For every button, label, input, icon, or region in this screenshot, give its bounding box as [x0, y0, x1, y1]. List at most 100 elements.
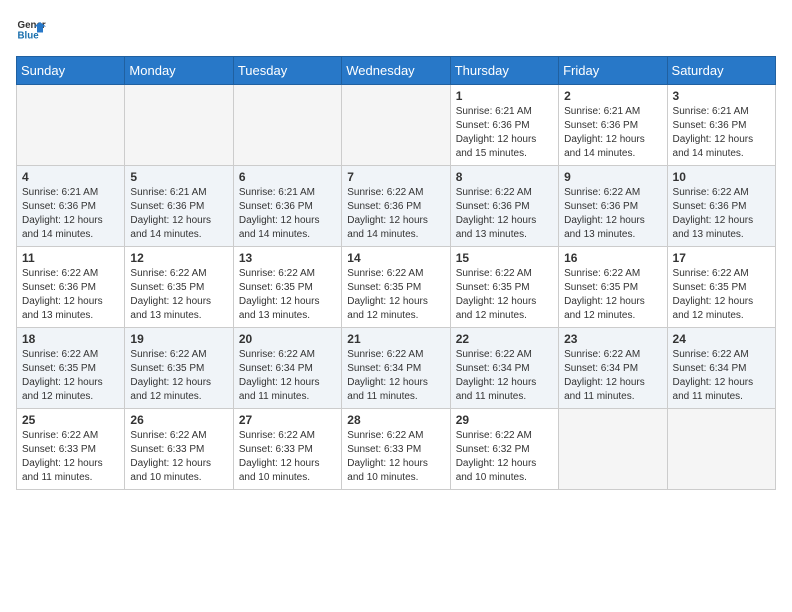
day-number: 3 — [673, 89, 770, 103]
day-number: 15 — [456, 251, 553, 265]
day-info: Sunrise: 6:22 AM Sunset: 6:33 PM Dayligh… — [22, 429, 119, 485]
weekday-header-row: SundayMondayTuesdayWednesdayThursdayFrid… — [17, 57, 776, 85]
calendar-empty-cell — [342, 85, 450, 166]
day-info: Sunrise: 6:22 AM Sunset: 6:36 PM Dayligh… — [347, 186, 444, 242]
day-info: Sunrise: 6:22 AM Sunset: 6:35 PM Dayligh… — [239, 267, 336, 323]
logo-icon: General Blue — [16, 16, 46, 46]
calendar-day-cell: 6 Sunrise: 6:21 AM Sunset: 6:36 PM Daylig… — [233, 166, 341, 247]
day-info: Sunrise: 6:22 AM Sunset: 6:33 PM Dayligh… — [239, 429, 336, 485]
day-number: 5 — [130, 170, 227, 184]
day-number: 29 — [456, 413, 553, 427]
day-info: Sunrise: 6:22 AM Sunset: 6:36 PM Dayligh… — [673, 186, 770, 242]
calendar-empty-cell — [667, 409, 775, 490]
day-info: Sunrise: 6:22 AM Sunset: 6:35 PM Dayligh… — [130, 348, 227, 404]
day-info: Sunrise: 6:21 AM Sunset: 6:36 PM Dayligh… — [564, 105, 661, 161]
weekday-header: Sunday — [17, 57, 125, 85]
page-header: General Blue — [16, 16, 776, 46]
day-number: 26 — [130, 413, 227, 427]
day-number: 14 — [347, 251, 444, 265]
calendar-day-cell: 12 Sunrise: 6:22 AM Sunset: 6:35 PM Dayli… — [125, 247, 233, 328]
calendar-day-cell: 19 Sunrise: 6:22 AM Sunset: 6:35 PM Dayli… — [125, 328, 233, 409]
calendar-day-cell: 14 Sunrise: 6:22 AM Sunset: 6:35 PM Dayli… — [342, 247, 450, 328]
day-number: 21 — [347, 332, 444, 346]
calendar-day-cell: 3 Sunrise: 6:21 AM Sunset: 6:36 PM Daylig… — [667, 85, 775, 166]
calendar-day-cell: 11Sunrise: 6:22 AM Sunset: 6:36 PM Dayli… — [17, 247, 125, 328]
day-number: 8 — [456, 170, 553, 184]
day-info: Sunrise: 6:22 AM Sunset: 6:34 PM Dayligh… — [564, 348, 661, 404]
day-info: Sunrise: 6:22 AM Sunset: 6:34 PM Dayligh… — [673, 348, 770, 404]
day-number: 28 — [347, 413, 444, 427]
day-info: Sunrise: 6:22 AM Sunset: 6:36 PM Dayligh… — [22, 267, 119, 323]
calendar-day-cell: 4 Sunrise: 6:21 AM Sunset: 6:36 PM Daylig… — [17, 166, 125, 247]
calendar-week-row: 18 Sunrise: 6:22 AM Sunset: 6:35 PM Dayli… — [17, 328, 776, 409]
day-number: 25 — [22, 413, 119, 427]
calendar-empty-cell — [559, 409, 667, 490]
day-info: Sunrise: 6:22 AM Sunset: 6:35 PM Dayligh… — [456, 267, 553, 323]
calendar-day-cell: 10 Sunrise: 6:22 AM Sunset: 6:36 PM Dayli… — [667, 166, 775, 247]
day-info: Sunrise: 6:21 AM Sunset: 6:36 PM Dayligh… — [456, 105, 553, 161]
calendar-week-row: 25 Sunrise: 6:22 AM Sunset: 6:33 PM Dayli… — [17, 409, 776, 490]
day-number: 27 — [239, 413, 336, 427]
calendar-week-row: 4 Sunrise: 6:21 AM Sunset: 6:36 PM Daylig… — [17, 166, 776, 247]
calendar-day-cell: 20 Sunrise: 6:22 AM Sunset: 6:34 PM Dayli… — [233, 328, 341, 409]
day-number: 9 — [564, 170, 661, 184]
calendar-day-cell: 5Sunrise: 6:21 AM Sunset: 6:36 PM Daylig… — [125, 166, 233, 247]
calendar-day-cell: 17Sunrise: 6:22 AM Sunset: 6:35 PM Dayli… — [667, 247, 775, 328]
calendar-day-cell: 29 Sunrise: 6:22 AM Sunset: 6:32 PM Dayli… — [450, 409, 558, 490]
day-number: 20 — [239, 332, 336, 346]
day-info: Sunrise: 6:22 AM Sunset: 6:34 PM Dayligh… — [456, 348, 553, 404]
calendar-day-cell: 22 Sunrise: 6:22 AM Sunset: 6:34 PM Dayli… — [450, 328, 558, 409]
weekday-header: Wednesday — [342, 57, 450, 85]
logo: General Blue — [16, 16, 50, 46]
day-number: 1 — [456, 89, 553, 103]
calendar-day-cell: 1 Sunrise: 6:21 AM Sunset: 6:36 PM Daylig… — [450, 85, 558, 166]
day-info: Sunrise: 6:21 AM Sunset: 6:36 PM Dayligh… — [673, 105, 770, 161]
calendar-day-cell: 16 Sunrise: 6:22 AM Sunset: 6:35 PM Dayli… — [559, 247, 667, 328]
day-number: 10 — [673, 170, 770, 184]
day-number: 12 — [130, 251, 227, 265]
day-number: 22 — [456, 332, 553, 346]
calendar-week-row: 1 Sunrise: 6:21 AM Sunset: 6:36 PM Daylig… — [17, 85, 776, 166]
day-number: 7 — [347, 170, 444, 184]
calendar-empty-cell — [125, 85, 233, 166]
day-number: 23 — [564, 332, 661, 346]
day-info: Sunrise: 6:22 AM Sunset: 6:34 PM Dayligh… — [239, 348, 336, 404]
day-number: 24 — [673, 332, 770, 346]
day-number: 6 — [239, 170, 336, 184]
weekday-header: Saturday — [667, 57, 775, 85]
weekday-header: Friday — [559, 57, 667, 85]
calendar-day-cell: 8Sunrise: 6:22 AM Sunset: 6:36 PM Daylig… — [450, 166, 558, 247]
day-info: Sunrise: 6:22 AM Sunset: 6:35 PM Dayligh… — [347, 267, 444, 323]
day-info: Sunrise: 6:21 AM Sunset: 6:36 PM Dayligh… — [22, 186, 119, 242]
weekday-header: Thursday — [450, 57, 558, 85]
calendar-day-cell: 28 Sunrise: 6:22 AM Sunset: 6:33 PM Dayli… — [342, 409, 450, 490]
calendar-day-cell: 13 Sunrise: 6:22 AM Sunset: 6:35 PM Dayli… — [233, 247, 341, 328]
day-number: 2 — [564, 89, 661, 103]
day-number: 4 — [22, 170, 119, 184]
day-info: Sunrise: 6:21 AM Sunset: 6:36 PM Dayligh… — [239, 186, 336, 242]
svg-text:Blue: Blue — [18, 31, 40, 42]
day-info: Sunrise: 6:22 AM Sunset: 6:33 PM Dayligh… — [130, 429, 227, 485]
calendar-day-cell: 21 Sunrise: 6:22 AM Sunset: 6:34 PM Dayli… — [342, 328, 450, 409]
day-info: Sunrise: 6:22 AM Sunset: 6:35 PM Dayligh… — [130, 267, 227, 323]
day-number: 19 — [130, 332, 227, 346]
calendar-day-cell: 15 Sunrise: 6:22 AM Sunset: 6:35 PM Dayli… — [450, 247, 558, 328]
calendar-day-cell: 9 Sunrise: 6:22 AM Sunset: 6:36 PM Daylig… — [559, 166, 667, 247]
day-info: Sunrise: 6:22 AM Sunset: 6:35 PM Dayligh… — [673, 267, 770, 323]
calendar-empty-cell — [17, 85, 125, 166]
weekday-header: Tuesday — [233, 57, 341, 85]
day-info: Sunrise: 6:22 AM Sunset: 6:33 PM Dayligh… — [347, 429, 444, 485]
calendar-day-cell: 7 Sunrise: 6:22 AM Sunset: 6:36 PM Daylig… — [342, 166, 450, 247]
day-number: 18 — [22, 332, 119, 346]
day-number: 16 — [564, 251, 661, 265]
calendar-day-cell: 27 Sunrise: 6:22 AM Sunset: 6:33 PM Dayli… — [233, 409, 341, 490]
day-info: Sunrise: 6:22 AM Sunset: 6:34 PM Dayligh… — [347, 348, 444, 404]
calendar-week-row: 11Sunrise: 6:22 AM Sunset: 6:36 PM Dayli… — [17, 247, 776, 328]
day-info: Sunrise: 6:22 AM Sunset: 6:35 PM Dayligh… — [22, 348, 119, 404]
day-info: Sunrise: 6:22 AM Sunset: 6:36 PM Dayligh… — [564, 186, 661, 242]
day-info: Sunrise: 6:22 AM Sunset: 6:35 PM Dayligh… — [564, 267, 661, 323]
day-info: Sunrise: 6:22 AM Sunset: 6:32 PM Dayligh… — [456, 429, 553, 485]
calendar-day-cell: 2 Sunrise: 6:21 AM Sunset: 6:36 PM Daylig… — [559, 85, 667, 166]
calendar-day-cell: 24 Sunrise: 6:22 AM Sunset: 6:34 PM Dayli… — [667, 328, 775, 409]
day-number: 13 — [239, 251, 336, 265]
